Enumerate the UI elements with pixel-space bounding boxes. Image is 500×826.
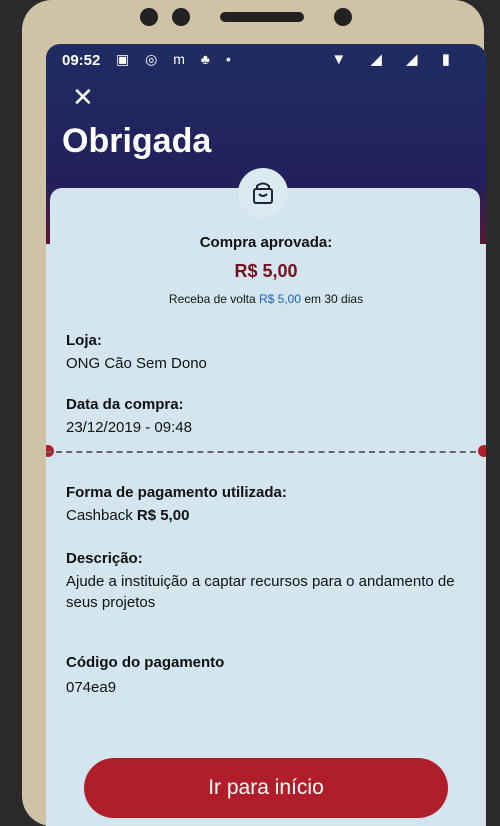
signal-battery-icons: ▼ ◢ ◢ ▮ xyxy=(331,51,460,68)
front-camera-icon xyxy=(334,8,352,26)
date-value: 23/12/2019 - 09:48 xyxy=(66,419,192,436)
store-value: ONG Cão Sem Dono xyxy=(66,355,207,372)
app-screen: 09:52 ▣ ◎ m ♣ • ▼ ◢ ◢ ▮ ✕ Obrigada Compr… xyxy=(46,44,486,826)
status-time: 09:52 xyxy=(62,52,101,69)
page-title: Obrigada xyxy=(62,122,212,160)
payment-amount: R$ 5,00 xyxy=(136,507,190,524)
store-field: Loja: ONG Cão Sem Dono xyxy=(66,332,207,372)
payment-code-field: Código do pagamento 074ea9 xyxy=(66,654,224,696)
payment-label: Forma de pagamento utilizada: xyxy=(66,484,287,501)
description-label: Descrição: xyxy=(66,550,143,567)
description-value: Ajude a instituição a captar recursos pa… xyxy=(66,573,455,611)
payment-code-label: Código do pagamento xyxy=(66,654,225,671)
sensor-icon xyxy=(172,8,190,26)
cashback-prefix: Receba de volta xyxy=(168,292,256,306)
close-icon[interactable]: ✕ xyxy=(72,84,98,110)
description-field: Descrição: Ajude a instituição a captar … xyxy=(66,550,466,613)
status-bar: 09:52 ▣ ◎ m ♣ • ▼ ◢ ◢ ▮ xyxy=(46,50,486,74)
purchase-amount: R$ 5,00 xyxy=(234,261,298,281)
date-field: Data da compra: 23/12/2019 - 09:48 xyxy=(66,396,192,436)
purchase-summary: Compra aprovada: R$ 5,00 Receba de volta… xyxy=(46,234,486,306)
notification-icons: ▣ ◎ m ♣ • xyxy=(116,51,237,67)
payment-method: Cashback xyxy=(66,507,133,524)
shopping-bag-icon xyxy=(238,168,288,218)
approved-label: Compra aprovada: xyxy=(199,234,333,251)
cashback-info: Receba de volta R$ 5,00 em 30 dias xyxy=(46,292,486,306)
cashback-suffix: em 30 dias xyxy=(304,292,364,306)
earpiece-speaker xyxy=(220,12,304,22)
camera-icon xyxy=(140,8,158,26)
ticket-divider xyxy=(46,451,486,453)
store-label: Loja: xyxy=(66,332,102,349)
date-label: Data da compra: xyxy=(66,396,184,413)
cashback-amount: R$ 5,00 xyxy=(259,292,302,306)
payment-code-value: 074ea9 xyxy=(66,679,117,696)
go-home-button[interactable]: Ir para início xyxy=(84,758,448,818)
payment-value: Cashback R$ 5,00 xyxy=(66,507,287,524)
payment-field: Forma de pagamento utilizada: Cashback R… xyxy=(66,484,287,524)
ticket-notch-right xyxy=(478,445,486,457)
